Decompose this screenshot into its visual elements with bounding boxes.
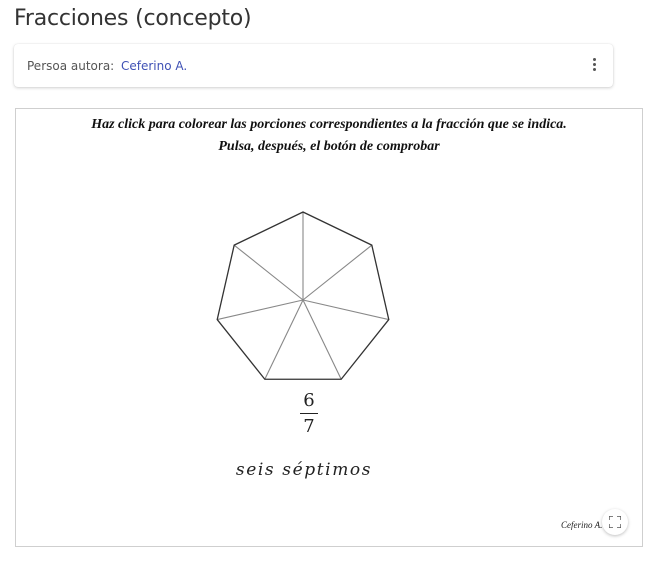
fraction-display: 6 7	[298, 391, 320, 437]
author-label: Persoa autora:	[27, 59, 115, 73]
fullscreen-icon	[609, 516, 621, 528]
fraction-words: seis séptimos	[235, 460, 373, 480]
fraction-numerator: 6	[303, 390, 315, 411]
author-card: Persoa autora: Ceferino A.	[14, 44, 613, 87]
heptagon-figure	[216, 211, 390, 380]
more-vert-icon[interactable]	[589, 58, 599, 74]
fraction-bar	[300, 413, 318, 414]
fraction-denominator: 7	[303, 416, 315, 437]
credit-text: Ceferino A.	[561, 520, 603, 530]
page-title: Fracciones (concepto)	[14, 6, 252, 31]
author-link[interactable]: Ceferino A.	[121, 59, 187, 73]
fullscreen-button[interactable]	[602, 509, 628, 535]
fraction-applet: Haz click para colorear las porciones co…	[15, 108, 643, 547]
